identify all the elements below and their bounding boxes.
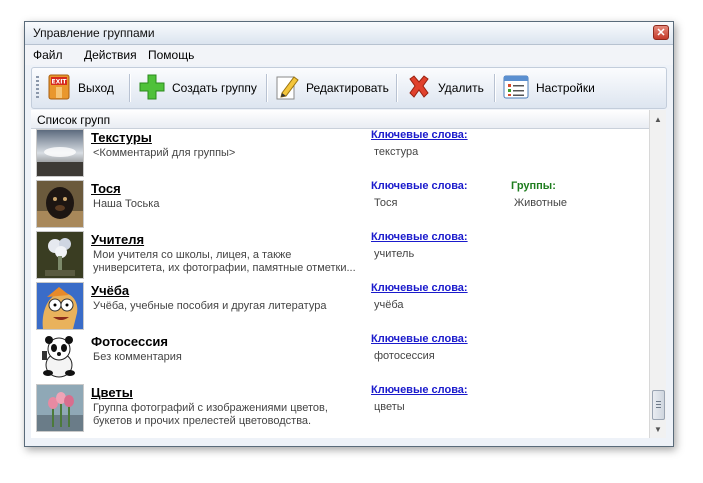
svg-text:EXIT: EXIT bbox=[51, 78, 67, 85]
window-title: Управление группами bbox=[33, 26, 155, 40]
menu-actions[interactable]: Действия bbox=[84, 48, 137, 62]
group-list: Текстуры <Комментарий для группы> Ключев… bbox=[31, 129, 649, 438]
list-item[interactable]: Фотосессия Без комментария Ключевые слов… bbox=[31, 333, 649, 384]
list-item[interactable]: Учителя Мои учителя со школы, лицея, а т… bbox=[31, 231, 649, 282]
delete-label: Удалить bbox=[438, 81, 484, 95]
delete-button[interactable]: Удалить bbox=[406, 68, 484, 108]
list-item[interactable]: Текстуры <Комментарий для группы> Ключев… bbox=[31, 129, 649, 180]
toolbar-gripper[interactable] bbox=[36, 76, 39, 100]
title-bar[interactable]: Управление группами ✕ bbox=[25, 22, 673, 45]
group-description: <Комментарий для группы> bbox=[93, 147, 236, 159]
keywords-value: учитель bbox=[374, 248, 415, 260]
exit-label: Выход bbox=[78, 81, 114, 95]
settings-button[interactable]: Настройки bbox=[502, 68, 595, 108]
keywords-label[interactable]: Ключевые слова: bbox=[371, 384, 468, 396]
group-description: Группа фотографий с изображениями цветов… bbox=[93, 402, 328, 427]
group-name[interactable]: Фотосессия bbox=[91, 334, 168, 349]
group-thumbnail bbox=[36, 384, 84, 432]
exit-icon: EXIT bbox=[46, 73, 72, 104]
group-description: Наша Тоська bbox=[93, 198, 160, 210]
keywords-value: учёба bbox=[374, 299, 404, 311]
keywords-label[interactable]: Ключевые слова: bbox=[371, 129, 468, 141]
group-name[interactable]: Тося bbox=[91, 181, 121, 196]
group-name[interactable]: Учителя bbox=[91, 232, 144, 247]
edit-button[interactable]: Редактировать bbox=[274, 68, 389, 108]
group-thumbnail bbox=[36, 282, 84, 330]
settings-label: Настройки bbox=[536, 81, 595, 95]
group-description: Учёба, учебные пособия и другая литерату… bbox=[93, 300, 327, 312]
group-thumbnail bbox=[36, 180, 84, 228]
keywords-label[interactable]: Ключевые слова: bbox=[371, 282, 468, 294]
toolbar-separator bbox=[396, 74, 397, 102]
scrollbar-thumb[interactable] bbox=[652, 390, 665, 420]
group-name[interactable]: Учёба bbox=[91, 283, 129, 298]
groups-value: Животные bbox=[514, 197, 568, 209]
menu-help[interactable]: Помощь bbox=[148, 48, 194, 62]
exit-button[interactable]: EXIT Выход bbox=[46, 68, 114, 108]
keywords-value: текстура bbox=[374, 146, 419, 158]
group-description: Без комментария bbox=[93, 351, 182, 363]
keywords-label[interactable]: Ключевые слова: bbox=[371, 180, 468, 192]
toolbar-separator bbox=[129, 74, 130, 102]
keywords-label[interactable]: Ключевые слова: bbox=[371, 333, 468, 345]
toolbar: EXIT Выход Создать группу Редактировать … bbox=[31, 67, 667, 109]
group-description: Мои учителя со школы, лицея, а также уни… bbox=[93, 249, 356, 274]
groups-label: Группы: bbox=[511, 180, 556, 192]
create-group-button[interactable]: Создать группу bbox=[138, 68, 257, 108]
edit-icon bbox=[274, 73, 300, 104]
list-header-label: Список групп bbox=[37, 113, 111, 127]
list-item[interactable]: Учёба Учёба, учебные пособия и другая ли… bbox=[31, 282, 649, 333]
plus-icon bbox=[138, 73, 166, 104]
group-thumbnail bbox=[36, 231, 84, 279]
keywords-value: фотосессия bbox=[374, 350, 435, 362]
create-group-label: Создать группу bbox=[172, 81, 257, 95]
scroll-down-arrow-icon[interactable]: ▼ bbox=[650, 422, 666, 438]
keywords-label[interactable]: Ключевые слова: bbox=[371, 231, 468, 243]
list-item[interactable]: Цветы Группа фотографий с изображениями … bbox=[31, 384, 649, 435]
toolbar-separator bbox=[266, 74, 267, 102]
edit-label: Редактировать bbox=[306, 81, 389, 95]
group-thumbnail bbox=[36, 333, 84, 381]
settings-checklist-icon bbox=[502, 73, 530, 104]
group-thumbnail bbox=[36, 129, 84, 177]
keywords-value: цветы bbox=[374, 401, 405, 413]
list-item[interactable]: Тося Наша Тоська Ключевые слова: Тося Гр… bbox=[31, 180, 649, 231]
menu-bar: Файл Действия Помощь bbox=[25, 45, 673, 65]
group-manager-window: Управление группами ✕ Файл Действия Помо… bbox=[24, 21, 674, 447]
close-button[interactable]: ✕ bbox=[653, 25, 669, 40]
keywords-value: Тося bbox=[374, 197, 398, 209]
menu-file[interactable]: Файл bbox=[33, 48, 63, 62]
list-header: Список групп bbox=[31, 110, 649, 129]
group-name[interactable]: Цветы bbox=[91, 385, 133, 400]
scroll-up-arrow-icon[interactable]: ▲ bbox=[650, 112, 666, 128]
delete-x-icon bbox=[406, 73, 432, 104]
group-name[interactable]: Текстуры bbox=[91, 130, 152, 145]
toolbar-separator bbox=[494, 74, 495, 102]
vertical-scrollbar[interactable]: ▲ ▼ bbox=[649, 110, 666, 438]
